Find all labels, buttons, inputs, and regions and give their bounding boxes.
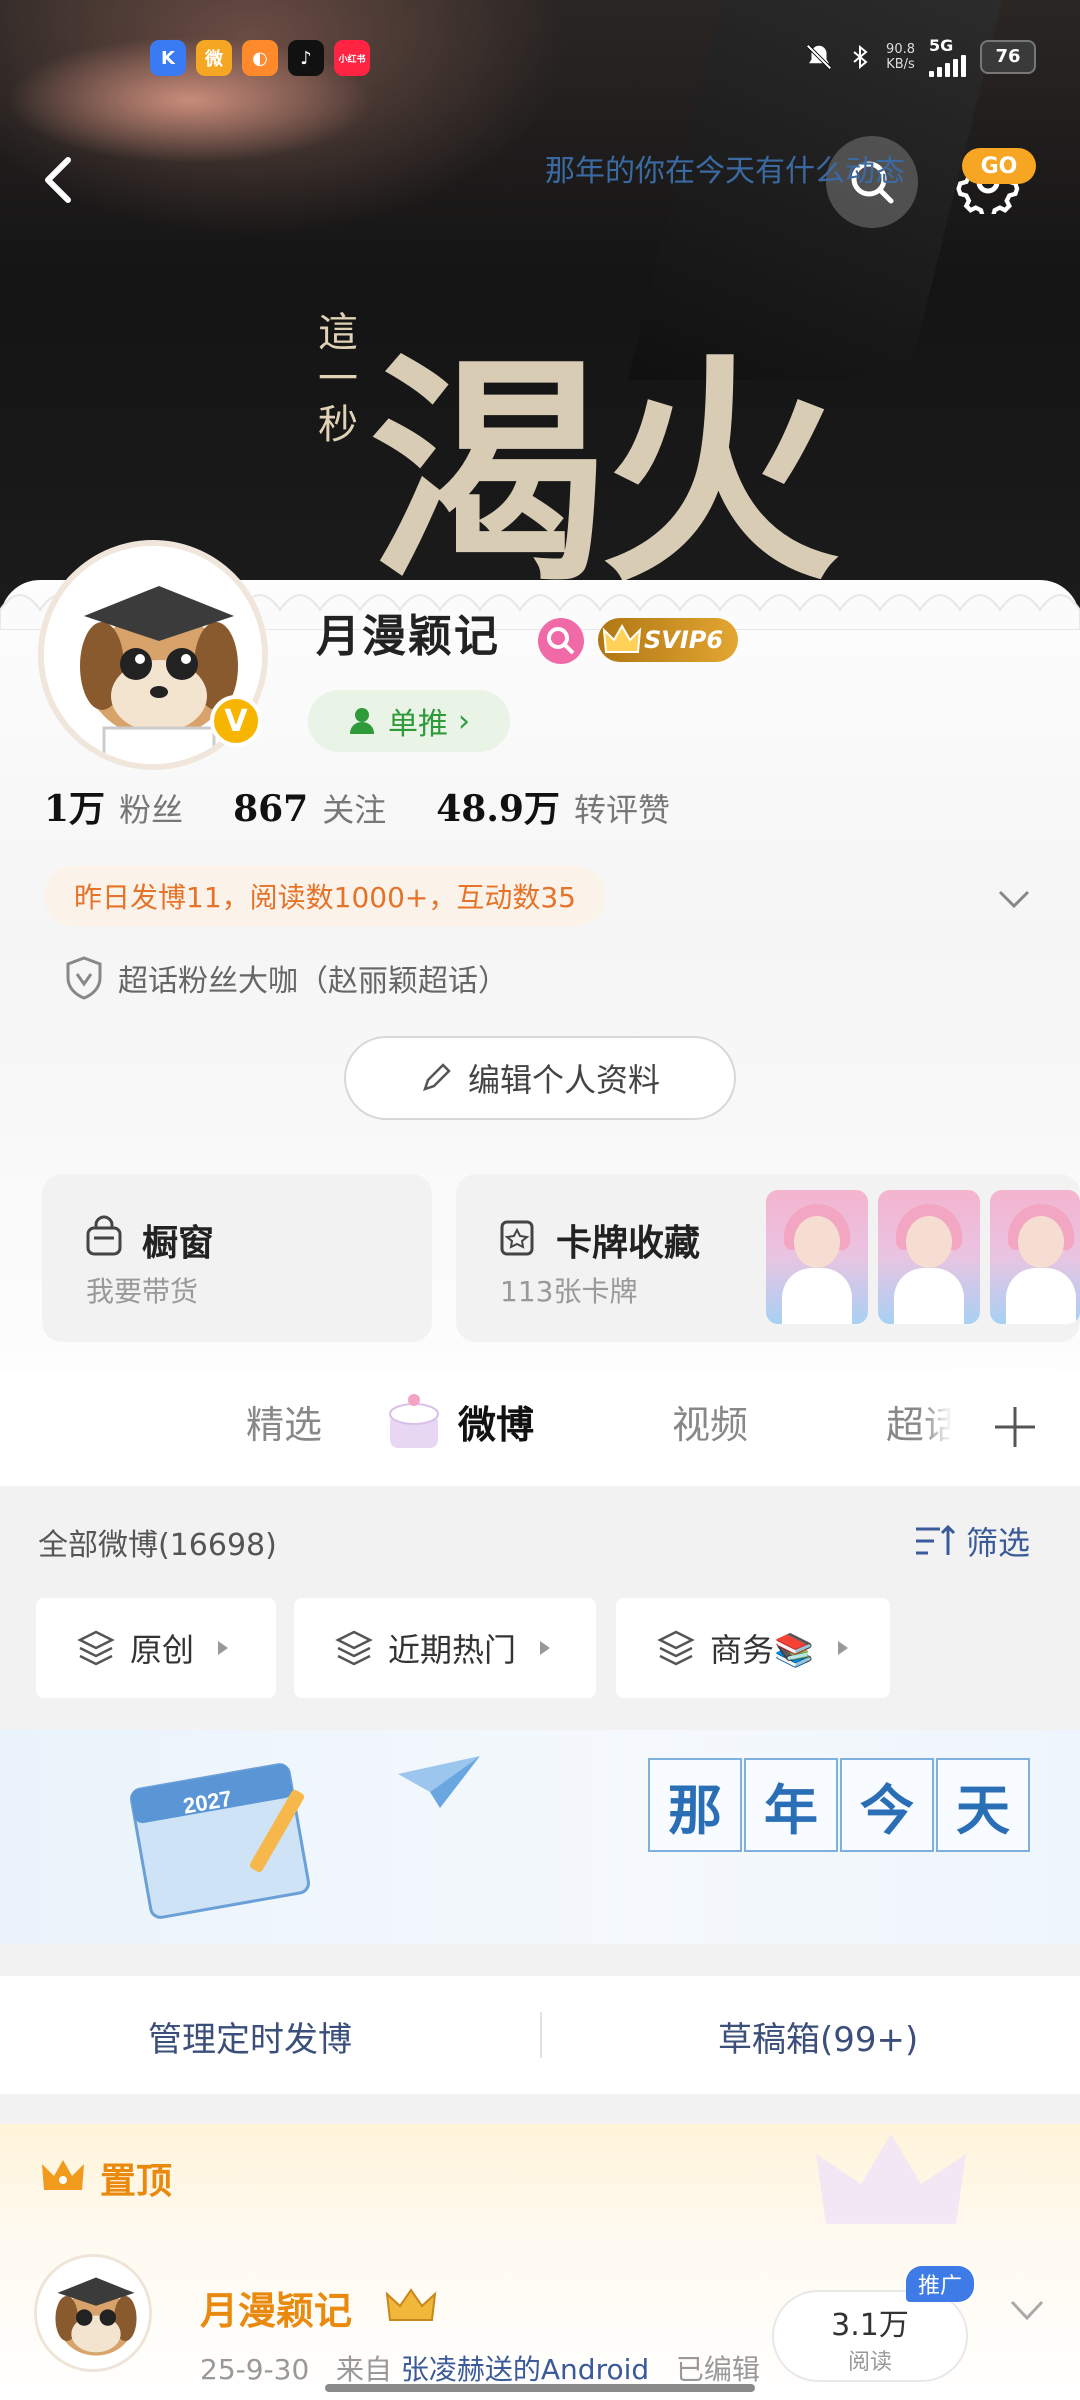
stat-following[interactable]: 867 关注	[233, 785, 386, 831]
weibo-icon: 微	[196, 40, 232, 76]
signal-bars-icon	[929, 55, 966, 77]
caret-right-icon	[218, 1641, 229, 1655]
filter-button[interactable]: 筛选	[914, 1518, 1030, 1564]
crown-icon	[602, 623, 642, 653]
post-source-prefix: 来自	[335, 2353, 392, 2386]
caret-right-icon	[837, 1641, 848, 1655]
post-author-avatar[interactable]	[34, 2254, 152, 2372]
back-arrow-icon[interactable]	[30, 150, 90, 210]
filter-label: 筛选	[966, 1524, 1031, 1562]
divider	[540, 2012, 542, 2058]
cake-decoration-icon	[389, 1394, 439, 1448]
svip-badge[interactable]: SVIP6	[598, 618, 738, 662]
chip-business[interactable]: 商务📚	[616, 1598, 890, 1698]
all-posts-count: 全部微博(16698)	[38, 1528, 277, 1563]
that-year-today-banner[interactable]: 2027 那 年 今 天	[0, 1730, 1080, 1944]
layers-icon	[77, 1630, 115, 1666]
calendar-icon: 2027	[130, 1763, 310, 1919]
chip-recent-hot[interactable]: 近期热门	[294, 1598, 596, 1698]
tab-video[interactable]: 视频	[672, 1394, 748, 1449]
tab-featured[interactable]: 精选	[246, 1394, 322, 1449]
shield-v-icon	[66, 956, 102, 1000]
manage-scheduled-posts[interactable]: 管理定时发博	[148, 2012, 352, 2061]
shop-window-tile[interactable]: 橱窗 我要带货	[42, 1174, 432, 1342]
recommend-button[interactable]: 单推 ›	[308, 690, 510, 752]
layers-icon	[657, 1630, 695, 1666]
battery-level: 76	[980, 39, 1036, 74]
verified-badge-icon: V	[210, 695, 262, 747]
profile-tabs: 精选 微博 视频 超话	[0, 1370, 1080, 1486]
card-thumbnail[interactable]	[878, 1190, 980, 1324]
add-tab-button[interactable]	[950, 1372, 1080, 1482]
bilibili-icon: ◐	[242, 40, 278, 76]
stat-followers[interactable]: 1万 粉丝	[44, 780, 183, 832]
caret-right-icon	[540, 1641, 551, 1655]
profile-stats: 1万 粉丝 867 关注 48.9万 转评赞	[44, 780, 670, 832]
post-device[interactable]: 张凌赫送的Android	[401, 2353, 649, 2386]
kuaishou-k-icon: K	[150, 40, 186, 76]
filter-sort-icon	[916, 1524, 956, 1555]
chevron-down-icon[interactable]	[992, 876, 1036, 920]
post-author-name[interactable]: 月漫颖记	[200, 2280, 352, 2335]
edit-profile-label: 编辑个人资料	[467, 1061, 660, 1099]
read-count-value: 3.1万	[831, 2308, 909, 2343]
chevron-down-icon[interactable]	[1004, 2290, 1050, 2330]
go-button[interactable]: GO	[962, 148, 1036, 184]
stat-interactions[interactable]: 48.9万 转评赞	[436, 780, 670, 832]
status-bar: K 微 ◐ ♪ 小红书 90.8 KB/s 5G 76	[0, 0, 1080, 110]
drafts-box[interactable]: 草稿箱(99+)	[718, 2012, 918, 2061]
memory-char: 今	[840, 1758, 934, 1852]
bluetooth-icon	[853, 44, 868, 69]
pinned-label: 置顶	[100, 2161, 173, 2202]
paper-plane-icon	[398, 1756, 480, 1808]
pinned-crown-icon	[42, 2160, 84, 2190]
tiktok-icon: ♪	[288, 40, 324, 76]
chevron-right-icon: ›	[458, 703, 470, 739]
plus-icon	[995, 1407, 1035, 1447]
cellular-group: 5G	[929, 36, 966, 77]
manage-bar: 管理定时发博 草稿箱(99+)	[0, 1976, 1080, 2094]
read-count-label: 阅读	[847, 2350, 892, 2375]
chip-original[interactable]: 原创	[36, 1598, 276, 1698]
profile-username: 月漫颖记	[316, 611, 500, 662]
shop-window-subtitle: 我要带货	[86, 1275, 199, 1308]
recommend-label: 单推	[388, 707, 448, 742]
card-collection-subtitle: 113张卡牌	[500, 1275, 638, 1308]
svip-level: SVIP6	[644, 626, 724, 654]
person-icon	[350, 708, 374, 734]
read-count-pill[interactable]: 3.1万 阅读	[772, 2290, 968, 2382]
network-type: 5G	[929, 36, 954, 55]
status-right-group: 90.8 KB/s 5G 76	[804, 36, 1036, 77]
card-thumbnail[interactable]	[990, 1190, 1080, 1324]
layers-icon	[335, 1630, 373, 1666]
card-collection-title: 卡牌收藏	[556, 1223, 701, 1264]
cover-poster-subtitle: 這一秒	[318, 310, 358, 448]
xiaohongshu-icon: 小红书	[334, 40, 370, 76]
post-date: 25-9-30	[200, 2353, 310, 2386]
memory-char: 天	[936, 1758, 1030, 1852]
net-speed: 90.8 KB/s	[886, 41, 915, 72]
member-crown-icon	[385, 2288, 437, 2321]
tab-weibo[interactable]: 微博	[458, 1394, 534, 1449]
yesterday-summary[interactable]: 昨日发博11，阅读数1000+，互动数35	[44, 866, 606, 926]
crown-watermark-icon	[816, 2134, 966, 2224]
memory-char: 年	[744, 1758, 838, 1852]
superfan-badge[interactable]: 超话粉丝大咖（赵丽颖超话）	[64, 956, 508, 1000]
mute-icon	[806, 43, 832, 70]
post-edited-flag: 已编辑	[675, 2353, 760, 2386]
edit-profile-button[interactable]: 编辑个人资料	[344, 1036, 736, 1120]
shopping-bag-icon	[86, 1215, 122, 1256]
female-gender-icon	[538, 618, 584, 664]
home-indicator[interactable]	[325, 2384, 755, 2392]
shop-window-title: 橱窗	[142, 1223, 215, 1264]
card-star-icon	[500, 1220, 534, 1256]
promote-badge[interactable]: 推广	[906, 2266, 974, 2302]
post-meta: 25-9-30 来自 张凌赫送的Android 已编辑	[200, 2348, 760, 2388]
pencil-icon	[423, 1063, 451, 1091]
card-thumbnail[interactable]	[766, 1190, 868, 1324]
that-year-today-subtitle: 那年的你在今天有什么动态	[545, 154, 905, 189]
memory-char: 那	[648, 1758, 742, 1852]
superfan-label: 超话粉丝大咖（赵丽颖超话）	[118, 964, 508, 999]
cover-poster-title: 渴火	[370, 332, 840, 614]
